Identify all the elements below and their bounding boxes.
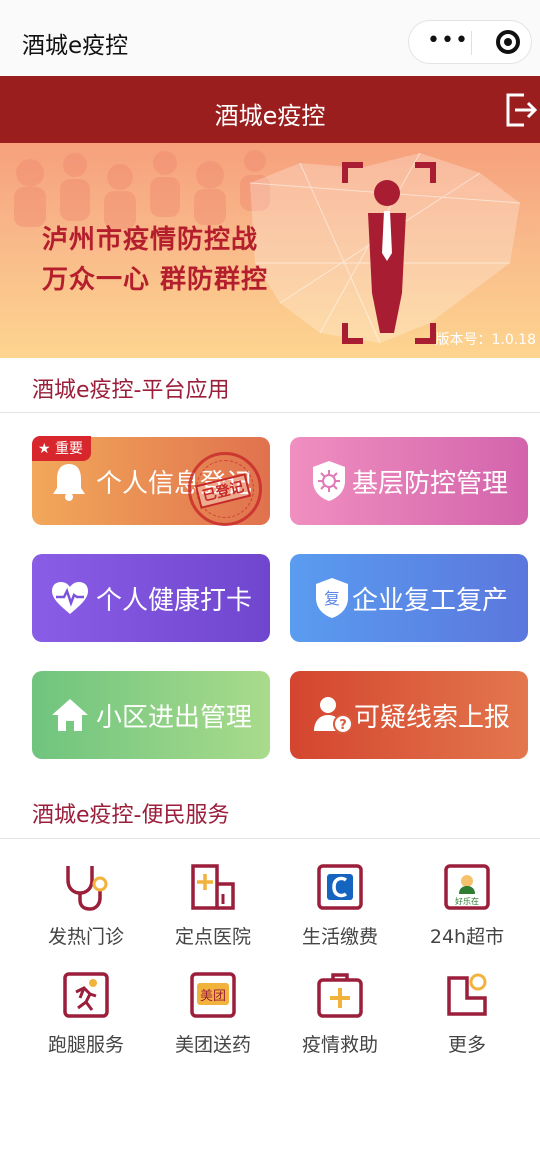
home-icon [52, 699, 88, 731]
svg-text:?: ? [339, 718, 347, 733]
section-title-platform: 酒城e疫控-平台应用 [32, 378, 230, 403]
card-enterprise-resumption[interactable]: 复 企业复工复产 [290, 554, 528, 642]
service-meituan-medicine[interactable]: 美团 美团送药 [149, 970, 277, 1057]
card-label: 企业复工复产 [352, 586, 509, 616]
payment-icon [317, 864, 363, 910]
important-badge: ★ 重要 [32, 436, 92, 461]
section-divider [0, 412, 540, 413]
stethoscope-icon [66, 866, 108, 911]
card-label: 可疑线索上报 [354, 703, 511, 733]
stamp-text: 已登记 [194, 473, 252, 509]
meituan-logo-text: 美团 [200, 989, 226, 1004]
hospital-icon [191, 864, 235, 910]
bell-icon [53, 464, 85, 501]
service-label: 美团送药 [174, 1034, 251, 1056]
section-divider [0, 838, 540, 839]
miniapp-top-bar: 酒城e疫控 ••• [0, 0, 540, 77]
service-label: 生活缴费 [301, 926, 378, 948]
service-epidemic-aid[interactable]: 疫情救助 [276, 970, 404, 1057]
heart-pulse-icon [52, 582, 88, 614]
runner-icon [63, 972, 109, 1018]
card-label: 基层防控管理 [352, 469, 509, 499]
more-options-icon[interactable]: ••• [427, 28, 469, 53]
section-title-services: 酒城e疫控-便民服务 [32, 803, 230, 828]
service-designated-hospital[interactable]: 定点医院 [149, 862, 277, 949]
service-label: 24h超市 [429, 926, 505, 948]
capsule-divider [471, 31, 472, 55]
registered-stamp: 已登记 [188, 452, 262, 526]
user-question-icon: ? [314, 697, 353, 734]
logout-icon[interactable] [504, 92, 538, 128]
version-label: 版本号：1.0.18 [435, 332, 536, 348]
app-header: 酒城e疫控 [0, 76, 540, 143]
card-community-access[interactable]: 小区进出管理 [32, 671, 270, 759]
service-errand[interactable]: 跑腿服务 [22, 970, 150, 1057]
resume-shield-icon: 复 [316, 578, 348, 618]
service-fever-clinic[interactable]: 发热门诊 [22, 862, 150, 949]
service-utility-payment[interactable]: 生活缴费 [276, 862, 404, 949]
miniapp-title: 酒城e疫控 [22, 33, 129, 59]
service-label: 疫情救助 [301, 1034, 378, 1056]
resume-icon-text: 复 [324, 589, 340, 608]
service-label: 跑腿服务 [47, 1034, 124, 1056]
miniapp-capsule: ••• [408, 20, 532, 64]
first-aid-kit-icon [317, 973, 363, 1018]
virus-shield-icon [313, 461, 345, 501]
close-miniapp-icon[interactable] [496, 30, 520, 54]
supermarket-icon: 好乐在 [444, 864, 490, 910]
card-label: 个人健康打卡 [96, 586, 253, 616]
banner-slogan-line1: 泸州市疫情防控战 [42, 225, 259, 255]
card-grassroots-control[interactable]: 基层防控管理 [290, 437, 528, 525]
service-label: 发热门诊 [47, 926, 124, 948]
service-more[interactable]: 更多 [403, 970, 531, 1057]
more-icon [447, 973, 487, 1016]
banner: 泸州市疫情防控战 万众一心 群防群控 版本号：1.0.18 [0, 143, 540, 358]
meituan-icon: 美团 [190, 972, 236, 1018]
page-title: 酒城e疫控 [214, 102, 326, 130]
service-label: 更多 [447, 1034, 486, 1056]
service-24h-supermarket[interactable]: 好乐在 24h超市 [403, 862, 531, 949]
card-health-checkin[interactable]: 个人健康打卡 [32, 554, 270, 642]
supermarket-logo-text: 好乐在 [455, 896, 479, 906]
card-label: 小区进出管理 [96, 703, 253, 733]
service-label: 定点医院 [174, 926, 251, 948]
banner-slogan-line2: 万众一心 群防群控 [42, 265, 269, 295]
card-suspicious-report[interactable]: ? 可疑线索上报 [290, 671, 528, 759]
